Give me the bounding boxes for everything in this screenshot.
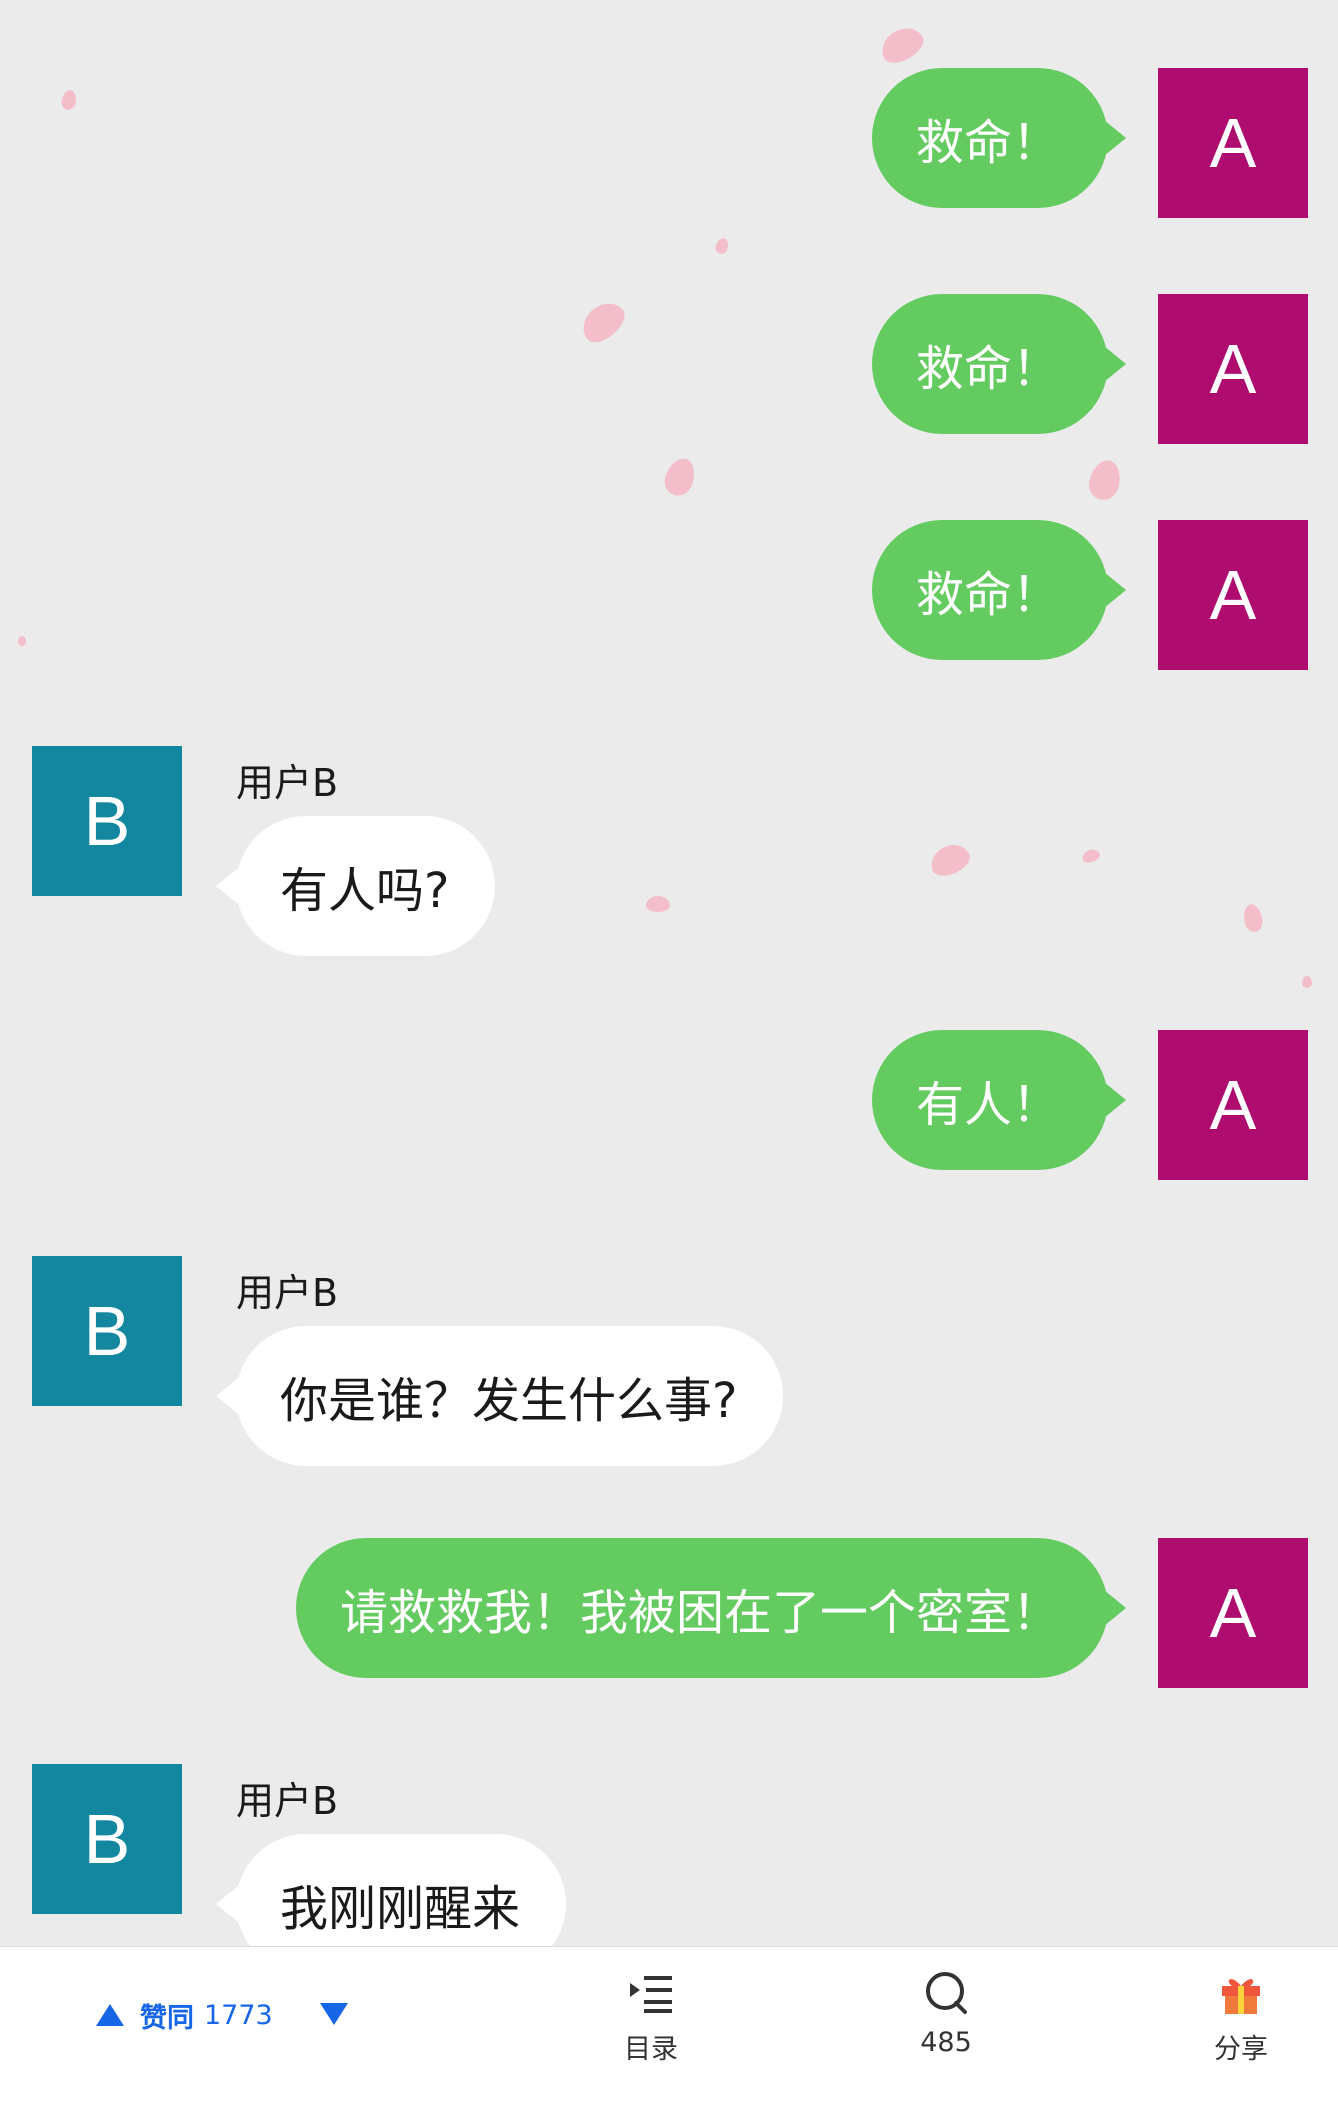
petal-decoration [646, 896, 670, 912]
petal-decoration [660, 454, 700, 500]
message-bubble: 有人吗? [215, 816, 496, 956]
message-bubble: 我刚刚醒来 [215, 1834, 567, 1946]
petal-decoration [875, 21, 929, 69]
petal-decoration [1080, 847, 1102, 865]
avatar[interactable]: A [1158, 294, 1308, 444]
avatar[interactable]: A [1158, 1538, 1308, 1688]
catalog-label: 目录 [624, 2034, 678, 2065]
petal-decoration [575, 294, 631, 350]
chat-screenshot: A 救命！ A 救命！ A 救命！ B 用户B 有人吗? A 有人！ B 用户B… [0, 0, 1338, 1946]
avatar[interactable]: B [32, 746, 182, 896]
petal-decoration [925, 838, 975, 882]
comment-bubble-icon [923, 1967, 969, 2019]
comment-button[interactable]: 485 [886, 1967, 1006, 2067]
avatar[interactable]: A [1158, 1030, 1308, 1180]
list-icon [628, 1967, 674, 2019]
upvote-button[interactable]: 赞同 1773 [96, 1987, 273, 2043]
avatar[interactable]: A [1158, 520, 1308, 670]
sender-name: 用户B [236, 761, 339, 805]
triangle-up-icon [96, 2004, 124, 2026]
comment-count: 485 [920, 2027, 972, 2058]
sender-name: 用户B [236, 1779, 339, 1823]
bottom-action-bar: 赞同 1773 目录 485 分享 [0, 1946, 1338, 2119]
petal-decoration [713, 236, 731, 256]
downvote-button[interactable] [320, 2003, 348, 2025]
message-bubble: 你是谁？发生什么事? [215, 1326, 784, 1466]
gift-icon [1218, 1967, 1264, 2019]
message-bubble: 请救救我！我被困在了一个密室！ [295, 1538, 1127, 1678]
avatar[interactable]: B [32, 1256, 182, 1406]
petal-decoration [18, 636, 26, 646]
upvote-label: 赞同 [140, 2002, 194, 2034]
petal-decoration [60, 88, 78, 112]
petal-decoration [1302, 976, 1312, 988]
avatar[interactable]: B [32, 1764, 182, 1914]
share-button[interactable]: 分享 [1181, 1967, 1301, 2067]
petal-decoration [1085, 456, 1125, 504]
petal-decoration [1241, 902, 1265, 934]
avatar[interactable]: A [1158, 68, 1308, 218]
upvote-count: 1773 [204, 1999, 273, 2031]
message-bubble: 救命！ [871, 294, 1127, 434]
message-bubble: 救命！ [871, 68, 1127, 208]
message-bubble: 救命！ [871, 520, 1127, 660]
sender-name: 用户B [236, 1271, 339, 1315]
catalog-button[interactable]: 目录 [591, 1967, 711, 2067]
share-label: 分享 [1214, 2034, 1268, 2065]
message-bubble: 有人！ [871, 1030, 1127, 1170]
